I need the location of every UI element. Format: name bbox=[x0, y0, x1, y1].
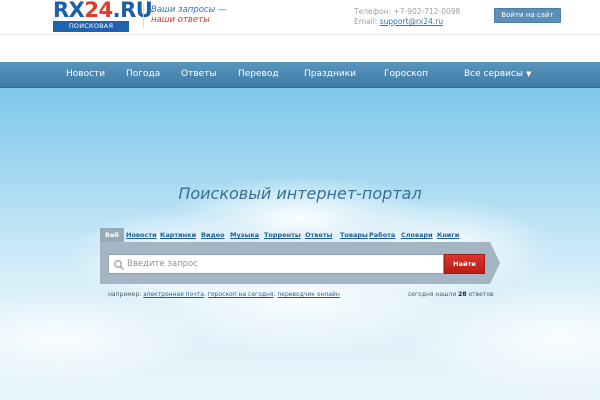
email-line: Email: support@rx24.ru bbox=[354, 17, 444, 26]
answers-count: 28 bbox=[458, 291, 467, 298]
site-header: RX24.RU ПОИСКОВАЯ СИСТЕМА Ваши запросы —… bbox=[0, 0, 600, 62]
nav-item-news[interactable]: Новости bbox=[66, 62, 105, 88]
tab-answers[interactable]: Ответы bbox=[305, 228, 332, 242]
tab-torrents[interactable]: Торренты bbox=[264, 228, 301, 242]
logo-wordmark: RX24.RU bbox=[53, 0, 153, 22]
email-link[interactable]: support@rx24.ru bbox=[380, 17, 443, 26]
nav-item-horoscope[interactable]: Гороскоп bbox=[384, 62, 428, 88]
tab-images[interactable]: Картинки bbox=[160, 228, 196, 242]
header-separator bbox=[0, 34, 600, 35]
tab-news[interactable]: Новости bbox=[126, 228, 157, 242]
tab-dictionaries[interactable]: Словари bbox=[401, 228, 433, 242]
tab-jobs[interactable]: Работа bbox=[369, 228, 395, 242]
phone-line: Телефон: +7-902-712-0098 bbox=[354, 7, 461, 16]
chevron-down-icon: ▼ bbox=[525, 70, 532, 78]
magnifier-icon bbox=[114, 260, 125, 271]
example-link-translator[interactable]: переводчик онлайн bbox=[277, 291, 339, 298]
nav-item-answers[interactable]: Ответы bbox=[181, 62, 217, 88]
nav-item-translate[interactable]: Перевод bbox=[238, 62, 279, 88]
tab-goods[interactable]: Товары bbox=[340, 228, 368, 242]
header-divider bbox=[143, 4, 144, 28]
slogan: Ваши запросы — наши ответы bbox=[151, 5, 227, 25]
answers-counter: сегодня нашли 28 ответов bbox=[408, 291, 494, 298]
tab-web[interactable]: Веб bbox=[100, 228, 124, 242]
main-nav: Новости Погода Ответы Перевод Праздники … bbox=[0, 62, 600, 88]
example-link-horoscope[interactable]: гороскоп на сегодня bbox=[208, 291, 274, 298]
site-logo[interactable]: RX24.RU ПОИСКОВАЯ СИСТЕМА bbox=[53, 0, 153, 41]
tab-music[interactable]: Музыка bbox=[230, 228, 259, 242]
search-box[interactable] bbox=[108, 254, 444, 274]
contacts: Телефон: +7-902-712-0098 Email: support@… bbox=[354, 7, 460, 27]
nav-item-all-services[interactable]: Все сервисы ▼ bbox=[464, 62, 531, 88]
hero-sky: Поисковый интернет-портал Веб Новости Ка… bbox=[0, 88, 600, 400]
page-title: Поисковый интернет-портал bbox=[178, 184, 422, 203]
search-panel-arrow bbox=[490, 242, 500, 284]
logo-subtitle: ПОИСКОВАЯ СИСТЕМА bbox=[53, 21, 129, 41]
tab-video[interactable]: Видео bbox=[201, 228, 225, 242]
example-link-mail[interactable]: электронная почта bbox=[143, 291, 204, 298]
login-button[interactable]: Войти на сайт bbox=[494, 8, 561, 23]
nav-item-holidays[interactable]: Праздники bbox=[304, 62, 356, 88]
search-input[interactable] bbox=[127, 255, 439, 273]
search-examples: например: электронная почта, гороскоп на… bbox=[108, 291, 340, 298]
search-button[interactable]: Найти bbox=[444, 254, 485, 274]
nav-item-weather[interactable]: Погода bbox=[126, 62, 160, 88]
tab-books[interactable]: Книги bbox=[437, 228, 459, 242]
